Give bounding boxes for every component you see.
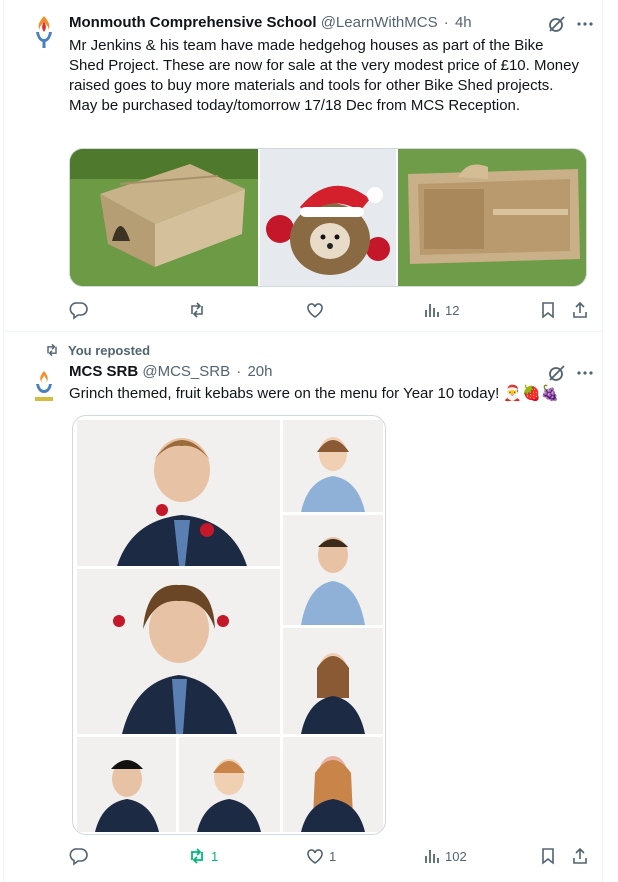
author-name[interactable]: Monmouth Comprehensive School — [69, 14, 317, 31]
tweet-text: Grinch themed, fruit kebabs were on the … — [69, 385, 560, 402]
retweet-icon — [187, 300, 207, 320]
tweet-mcs-srb[interactable]: You reposted MCS SRB @MCS_SRB · 20h Grin… — [4, 333, 604, 882]
reply-icon — [69, 300, 89, 320]
tweet-top-actions — [538, 361, 594, 385]
student-photo-6[interactable] — [283, 515, 383, 625]
views-count: 12 — [445, 302, 460, 318]
tweet-text: Mr Jenkins & his team have made hedgehog… — [69, 37, 579, 114]
grok-icon[interactable] — [548, 364, 566, 382]
tweet-monmouth-comprehensive[interactable]: Monmouth Comprehensive School @LearnWith… — [4, 0, 604, 332]
tweet-top-actions — [538, 12, 594, 36]
retweet-count: 1 — [211, 848, 219, 864]
student-photo-3[interactable] — [77, 737, 176, 832]
tweet-media[interactable] — [69, 148, 587, 287]
like-button[interactable] — [305, 298, 325, 322]
share-button[interactable] — [571, 298, 589, 322]
share-icon — [571, 301, 589, 319]
student-photo-2[interactable] — [77, 569, 280, 734]
bookmark-button[interactable] — [539, 844, 557, 868]
more-icon[interactable] — [576, 15, 594, 33]
views-count: 102 — [445, 848, 467, 864]
views-icon — [423, 301, 441, 319]
bookmark-icon — [539, 301, 557, 319]
author-handle[interactable]: @MCS_SRB — [142, 363, 230, 380]
retweet-button[interactable]: 1 — [187, 844, 218, 868]
like-icon — [305, 846, 325, 866]
retweet-icon — [44, 342, 60, 358]
repost-label: You reposted — [68, 342, 151, 358]
tweet-header: MCS SRB @MCS_SRB · 20h — [69, 362, 272, 382]
student-photo-7[interactable] — [283, 628, 383, 734]
author-name[interactable]: MCS SRB — [69, 363, 138, 380]
student-photo-5[interactable] — [283, 420, 383, 512]
student-photo-1[interactable] — [77, 420, 280, 566]
student-photo-4[interactable] — [179, 737, 280, 832]
timeline: Monmouth Comprehensive School @LearnWith… — [3, 0, 604, 882]
retweet-button[interactable] — [187, 298, 207, 322]
author-handle[interactable]: @LearnWithMCS — [321, 14, 438, 31]
reply-button[interactable] — [69, 844, 89, 868]
share-icon — [571, 847, 589, 865]
more-icon[interactable] — [576, 364, 594, 382]
like-count: 1 — [329, 848, 337, 864]
hedgehog-santa-photo[interactable] — [260, 149, 396, 286]
separator: · — [443, 14, 449, 31]
bookmark-button[interactable] — [539, 298, 557, 322]
repost-indicator: You reposted — [44, 342, 150, 358]
srb-logo-icon[interactable] — [24, 367, 64, 407]
tweet-header: Monmouth Comprehensive School @LearnWith… — [69, 13, 472, 33]
hedgehog-house-photo-1[interactable] — [70, 149, 259, 286]
grok-icon[interactable] — [548, 15, 566, 33]
views-icon — [423, 847, 441, 865]
like-icon — [305, 300, 325, 320]
timestamp[interactable]: 4h — [455, 14, 472, 31]
reply-icon — [69, 846, 89, 866]
views-button[interactable]: 12 — [423, 298, 459, 322]
tweet-actions: 12 — [69, 298, 589, 322]
hedgehog-house-photo-2[interactable] — [397, 149, 586, 286]
tweet-actions: 1 1 102 — [69, 844, 589, 868]
timestamp[interactable]: 20h — [247, 363, 272, 380]
retweet-icon — [187, 846, 207, 866]
reply-button[interactable] — [69, 298, 89, 322]
share-button[interactable] — [571, 844, 589, 868]
like-button[interactable]: 1 — [305, 844, 336, 868]
school-logo-icon[interactable] — [24, 12, 64, 52]
student-photo-8[interactable] — [283, 737, 383, 832]
separator: · — [236, 363, 242, 380]
views-button[interactable]: 102 — [423, 844, 467, 868]
tweet-media[interactable] — [72, 415, 386, 835]
bookmark-icon — [539, 847, 557, 865]
